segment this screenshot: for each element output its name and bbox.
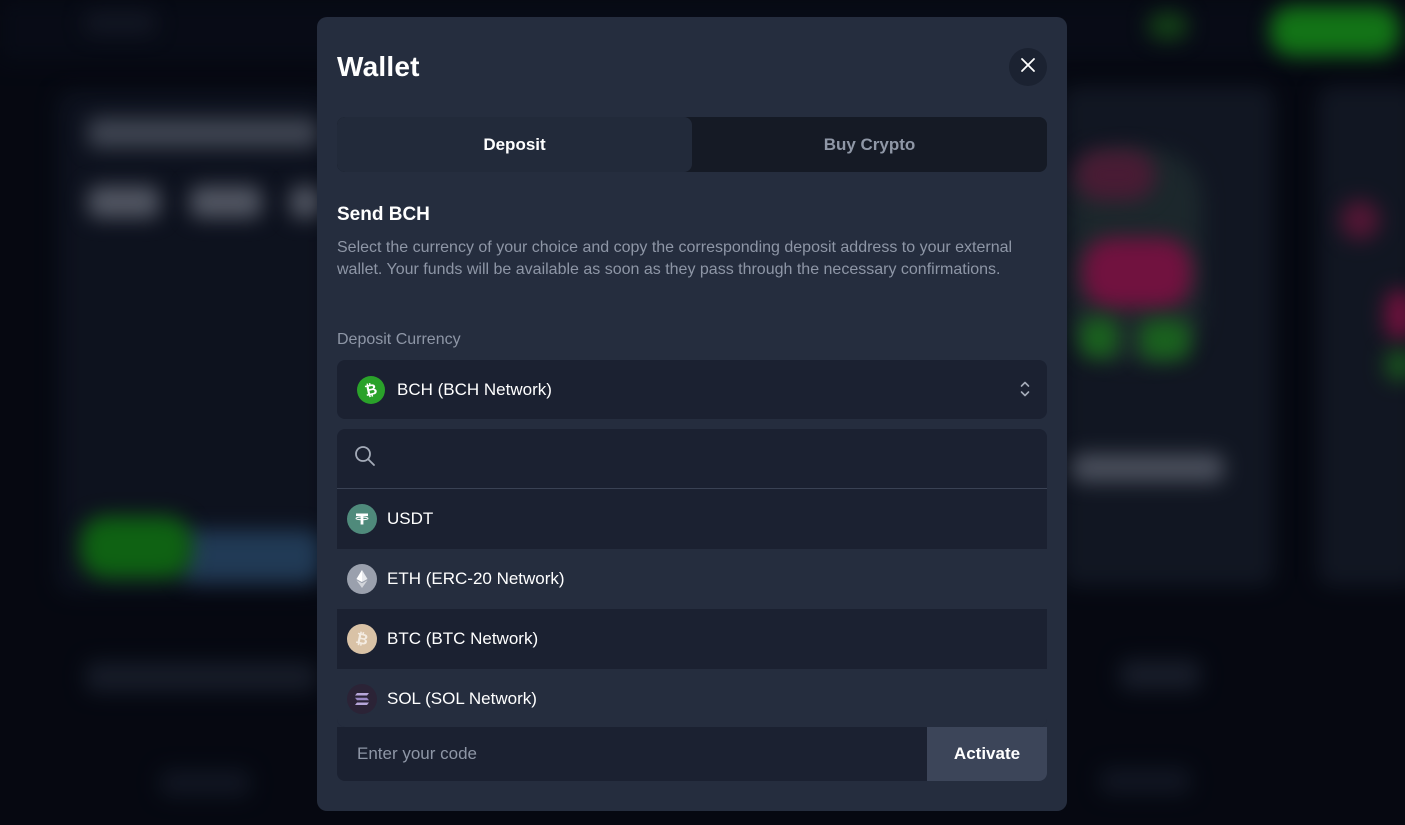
currency-option-usdt[interactable]: USDT	[337, 489, 1047, 549]
promo-code-input[interactable]	[337, 727, 927, 781]
currency-option-label: USDT	[387, 509, 434, 528]
currency-option-eth[interactable]: ETH (ERC-20 Network)	[337, 549, 1047, 609]
promo-code-row: Activate	[337, 727, 1047, 781]
modal-title: Wallet	[337, 51, 420, 82]
search-icon	[353, 444, 377, 473]
currency-dropdown: USDT ETH (ERC-20 Network) ₿ BTC (BTC Net…	[337, 429, 1047, 727]
activate-button[interactable]: Activate	[927, 727, 1047, 781]
currency-option-label: ETH (ERC-20 Network)	[387, 569, 565, 588]
section-description: Select the currency of your choice and c…	[337, 239, 1013, 278]
sol-icon	[347, 684, 377, 714]
currency-search-input[interactable]	[393, 441, 1033, 477]
wallet-tabs: Deposit Buy Crypto	[337, 117, 1047, 172]
currency-search	[337, 429, 1047, 489]
svg-text:₿: ₿	[363, 381, 379, 399]
eth-icon	[347, 564, 377, 594]
currency-option-label: BTC (BTC Network)	[387, 629, 539, 648]
usdt-icon	[347, 504, 377, 534]
svg-text:₿: ₿	[354, 630, 370, 648]
bch-icon: ₿	[357, 375, 385, 404]
selected-currency-label: BCH (BCH Network)	[397, 379, 552, 399]
wallet-modal: Wallet Deposit Buy Crypto Send BCH Selec…	[317, 17, 1067, 811]
deposit-currency-label: Deposit Currency	[337, 331, 461, 348]
close-icon	[1020, 57, 1036, 78]
currency-option-label: SOL (SOL Network)	[387, 689, 537, 708]
chevron-up-down-icon	[1019, 379, 1031, 404]
section-title: Send BCH	[337, 204, 430, 225]
deposit-currency-select[interactable]: ₿ BCH (BCH Network)	[337, 360, 1047, 419]
currency-option-sol[interactable]: SOL (SOL Network)	[337, 669, 1047, 727]
currency-option-btc[interactable]: ₿ BTC (BTC Network)	[337, 609, 1047, 669]
btc-icon: ₿	[347, 624, 377, 654]
tab-deposit[interactable]: Deposit	[337, 117, 692, 172]
tab-buy-crypto[interactable]: Buy Crypto	[692, 117, 1047, 172]
close-button[interactable]	[1009, 48, 1047, 86]
